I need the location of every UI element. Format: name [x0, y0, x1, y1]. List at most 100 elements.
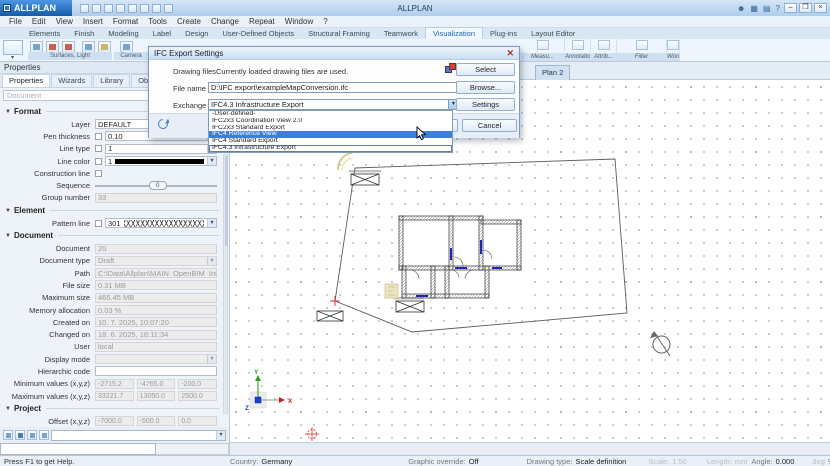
group-measure[interactable]: Measu...	[521, 39, 565, 61]
status-item[interactable]: Angle:0.000	[751, 457, 794, 466]
viewport-tab-plan2[interactable]: Plan 2	[535, 65, 570, 80]
menu-item[interactable]: Tools	[143, 17, 172, 26]
sequence-slider[interactable]: 0	[95, 180, 217, 192]
group-filter[interactable]: Filter	[617, 39, 667, 61]
menu-item[interactable]: Repeat	[244, 17, 280, 26]
dropdown-arrow-icon[interactable]: ▼	[207, 219, 216, 227]
load-favorite-icon[interactable]	[27, 430, 37, 440]
ribbon-tab[interactable]: Plug-ins	[483, 28, 524, 39]
menu-item[interactable]: Window	[280, 17, 318, 26]
ribbon-tab[interactable]: Teamwork	[377, 28, 425, 39]
ribbon-tab[interactable]: Structural Framing	[301, 28, 377, 39]
menu-item[interactable]: Create	[172, 17, 206, 26]
menu-item[interactable]: Edit	[27, 17, 51, 26]
value-field[interactable]: local ▼	[95, 342, 217, 352]
checkbox[interactable]	[95, 158, 102, 165]
value-field[interactable]: 301 ▼	[105, 218, 217, 228]
checkbox[interactable]	[95, 170, 102, 177]
settings-button[interactable]: Settings	[456, 98, 515, 111]
ribbon-tab[interactable]: Visualization	[425, 27, 483, 39]
status-item[interactable]: Length:mm	[707, 457, 748, 466]
section-header[interactable]: ▼ Element	[0, 204, 229, 217]
render-tool-button[interactable]	[3, 40, 23, 55]
value-field[interactable]: 18. 6. 2025, 18:11:34 ▼	[95, 330, 217, 340]
ribbon-tab[interactable]: Elements	[22, 28, 67, 39]
ribbon-tab[interactable]: Layout Editor	[524, 28, 582, 39]
transfer-parameters-icon[interactable]	[15, 430, 25, 440]
value-field[interactable]: ▼	[95, 354, 217, 364]
panel-scrollbar[interactable]	[223, 154, 228, 414]
group-work-environment[interactable]: Work Enviro...	[667, 39, 680, 61]
panel-tab[interactable]: Properties	[2, 74, 50, 87]
file-name-input[interactable]: D:\IFC export\exampleMapConversion.ifc	[208, 82, 459, 93]
panel-tab[interactable]: Wizards	[51, 74, 92, 87]
menu-item[interactable]: View	[51, 17, 78, 26]
ribbon-tab[interactable]: Modeling	[101, 28, 145, 39]
exchange-profile-combobox[interactable]: IFC4.3 Infrastructure Export ▼	[208, 99, 459, 110]
menu-item[interactable]: Change	[206, 17, 244, 26]
browse-button[interactable]: Browse...	[456, 81, 515, 94]
group-annotations[interactable]: Annotations	[565, 39, 591, 61]
checkbox[interactable]	[95, 220, 102, 227]
dialog-close-icon[interactable]: ✕	[506, 48, 514, 58]
status-item[interactable]: deg	[812, 457, 828, 466]
value-field[interactable]: 10. 7. 2025, 10:07:20 ▼	[95, 317, 217, 327]
dropdown-arrow-icon[interactable]: ▼	[207, 355, 216, 363]
dialog-title-bar[interactable]: IFC Export Settings ✕	[149, 47, 519, 60]
drawing-files-value: Currently loaded drawing files are used.	[216, 67, 348, 76]
menu-item[interactable]: Insert	[78, 17, 108, 26]
dropdown-option[interactable]: IFC2x3 Coordination View 2.0	[209, 118, 452, 125]
building-plan[interactable]	[397, 214, 523, 302]
survey-marker-north[interactable]	[351, 174, 379, 185]
cancel-button[interactable]: Cancel	[462, 119, 517, 132]
dialog-line-input[interactable]	[0, 443, 156, 455]
ribbon-tab[interactable]: User-Defined Objects	[215, 28, 301, 39]
value-field[interactable]: Draft ▼	[95, 256, 217, 266]
value-field[interactable]: 0.03 % ▼	[95, 305, 217, 315]
survey-marker-west[interactable]	[317, 311, 343, 321]
status-item[interactable]: Country:Germany	[230, 457, 292, 466]
legend-block[interactable]	[385, 284, 398, 298]
section-header[interactable]: ▼ Document	[0, 229, 229, 242]
menu-item[interactable]: File	[4, 17, 27, 26]
ribbon-tab[interactable]: Finish	[67, 28, 101, 39]
value-field[interactable]: C:\Data\Allplan\MAIN_OpenBIM_Interfaces …	[95, 268, 217, 278]
ribbon-tab[interactable]: Label	[146, 28, 178, 39]
menu-item[interactable]: Format	[108, 17, 143, 26]
property-row: Changed on 18. 6. 2025, 18:11:34 ▼ 18. 6…	[0, 328, 229, 340]
dropdown-option[interactable]: IFC4.3 Infrastructure Export	[209, 145, 452, 152]
match-parameters-icon[interactable]	[3, 430, 13, 440]
checkbox[interactable]	[95, 145, 102, 152]
value-field[interactable]: ▼	[95, 366, 217, 376]
dropdown-arrow-icon[interactable]: ▼	[207, 157, 216, 165]
ribbon-tab[interactable]: Design	[178, 28, 215, 39]
favorites-combobox[interactable]: ▼	[51, 430, 226, 441]
value-field[interactable]: 0.31 MB ▼	[95, 280, 217, 290]
survey-marker-south[interactable]	[396, 301, 424, 312]
panel-tab[interactable]: Library	[93, 74, 130, 87]
value-field[interactable]: 1 ▼	[105, 156, 217, 166]
value-field[interactable]: 465.45 MB ▼	[95, 293, 217, 303]
property-row: Maximum size 465.45 MB ▼ 465.45 MB	[0, 292, 229, 304]
checkbox[interactable]	[95, 133, 102, 140]
value-field[interactable]: 1 ▼	[105, 144, 217, 154]
group-attributes[interactable]: Attrib...	[591, 39, 617, 61]
group-icon	[636, 40, 648, 50]
ifc-export-settings-dialog: IFC Export Settings ✕ Drawing files Curr…	[148, 46, 520, 138]
status-item[interactable]: Scale:1:50	[648, 457, 686, 466]
status-item[interactable]: Graphic override:Off	[408, 457, 478, 466]
marker-label	[394, 297, 424, 299]
ribbon-right-groups: Measu... Annotations Attrib... Filter	[521, 39, 680, 61]
save-favorite-icon[interactable]	[39, 430, 49, 440]
dropdown-option[interactable]: -User-defined-	[209, 111, 452, 118]
north-arrow-symbol[interactable]	[650, 331, 670, 356]
value-field[interactable]: 20 ▼	[95, 244, 217, 254]
reset-icon[interactable]	[156, 117, 170, 131]
select-button[interactable]: Select	[456, 63, 515, 76]
section-header[interactable]: ▼ Project	[0, 402, 229, 415]
value-field[interactable]: 33 ▼	[95, 193, 217, 203]
axis-cross: Y X Z	[245, 369, 293, 412]
menu-item[interactable]: ?	[318, 17, 332, 26]
dropdown-arrow-icon[interactable]: ▼	[207, 257, 216, 265]
status-item[interactable]: Drawing type:Scale definition	[527, 457, 627, 466]
